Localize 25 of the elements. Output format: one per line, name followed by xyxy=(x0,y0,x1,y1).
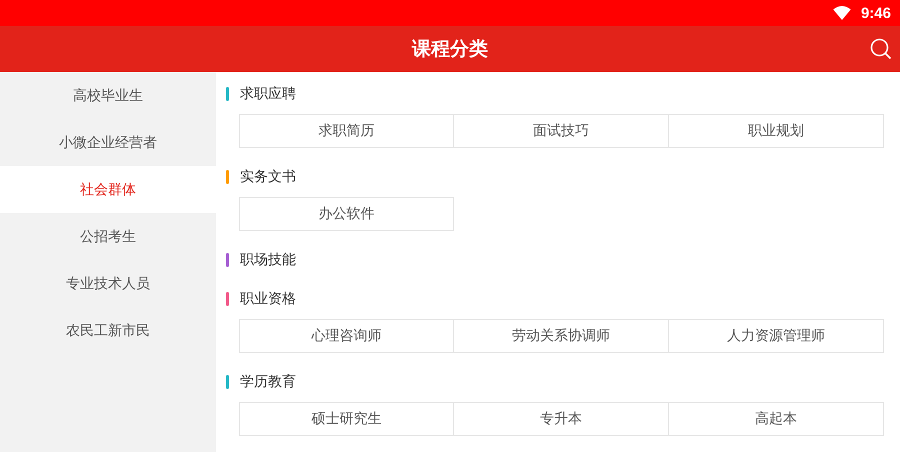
category-item[interactable]: 面试技巧 xyxy=(453,114,669,148)
category-item[interactable]: 职业规划 xyxy=(668,114,884,148)
section-title: 求职应聘 xyxy=(240,85,296,103)
category-item[interactable]: 心理咨询师 xyxy=(239,319,454,353)
sidebar-item[interactable]: 高校毕业生 xyxy=(0,72,216,119)
sidebar-item[interactable]: 专业技术人员 xyxy=(0,260,216,307)
sidebar-item[interactable]: 公招考生 xyxy=(0,213,216,260)
category-item[interactable]: 劳动关系协调师 xyxy=(453,319,669,353)
section-title: 职场技能 xyxy=(240,251,296,269)
section-title: 学历教育 xyxy=(240,373,296,391)
sidebar-item[interactable]: 小微企业经营者 xyxy=(0,119,216,166)
status-time: 9:46 xyxy=(860,4,891,22)
page-title: 课程分类 xyxy=(412,37,488,62)
sidebar-item[interactable]: 社会群体 xyxy=(0,166,216,213)
sidebar-item[interactable]: 农民工新市民 xyxy=(0,307,216,354)
category-item[interactable]: 求职简历 xyxy=(239,114,454,148)
category-item[interactable]: 人力资源管理师 xyxy=(668,319,884,353)
category-item[interactable]: 硕士研究生 xyxy=(239,402,454,436)
section-title: 职业资格 xyxy=(240,290,296,308)
section-title: 实务文书 xyxy=(240,168,296,186)
category-item[interactable]: 高起本 xyxy=(668,402,884,436)
category-item[interactable]: 专升本 xyxy=(453,402,669,436)
category-item[interactable]: 办公软件 xyxy=(239,197,454,231)
search-icon[interactable] xyxy=(870,38,892,60)
wifi-icon xyxy=(832,6,851,20)
